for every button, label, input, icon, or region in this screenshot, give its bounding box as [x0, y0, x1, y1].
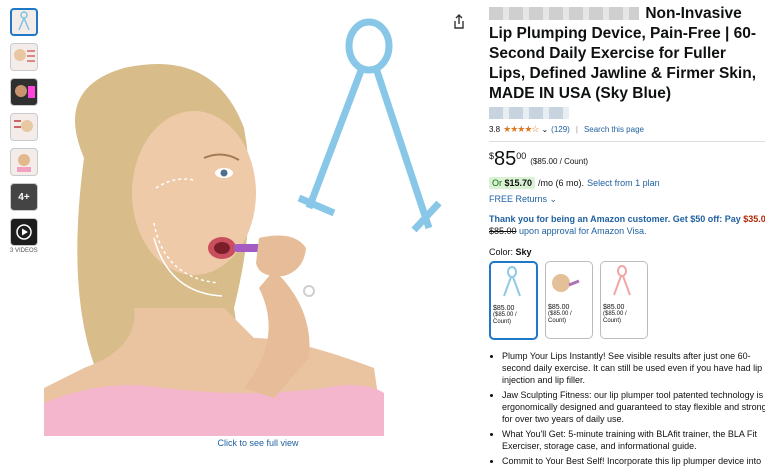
- swatch-per-count: ($85.00 / Count): [493, 312, 517, 325]
- list-item: Commit to Your Best Self! Incorporate th…: [502, 455, 765, 467]
- face-thumbnail-icon: [17, 154, 31, 172]
- swatch-price: $85.00: [603, 304, 625, 311]
- swatch-pink[interactable]: $85.00 ($85.00 / Count): [600, 261, 648, 339]
- card-offer-suffix: upon approval for Amazon Visa.: [519, 226, 647, 236]
- blue-device-image: [297, 18, 442, 233]
- swatch-per-count: ($85.00 / Count): [548, 311, 572, 324]
- chevron-down-icon[interactable]: ⌄: [541, 125, 548, 134]
- swatch-per-count: ($85.00 / Count): [603, 311, 627, 324]
- rating-value: 3.8: [489, 125, 501, 134]
- videos-label: 3 VIDEOS: [10, 248, 38, 254]
- installment-prefix: Or: [492, 178, 502, 188]
- price-fraction: 00: [516, 151, 527, 161]
- rating-row: 3.8 ★★★★☆ ⌄ (129) | Search this page: [489, 124, 765, 135]
- store-link-redacted[interactable]: [489, 107, 569, 119]
- swatch-sky[interactable]: $85.00 ($85.00 / Count): [489, 261, 538, 340]
- star-rating-icon[interactable]: ★★★★☆: [503, 124, 539, 135]
- thumbnail-list: 4+ 3 VIDEOS: [10, 8, 40, 254]
- product-details: Non-Invasive Lip Plumping Device, Pain-F…: [489, 4, 765, 470]
- card-offer-price: $35.00: [743, 214, 765, 224]
- divider: |: [575, 125, 578, 134]
- price-block: $ 85 00 ($85.00 / Count): [489, 148, 765, 171]
- share-icon[interactable]: [452, 14, 466, 30]
- chevron-down-icon: ⌄: [549, 194, 558, 204]
- swatch-image: [602, 263, 646, 301]
- color-swatches: $85.00 ($85.00 / Count) $85.00 ($85.00 /…: [489, 261, 765, 340]
- thumbnail-1[interactable]: [10, 8, 38, 36]
- divider-line: [489, 141, 765, 142]
- free-returns-label: FREE Returns: [489, 194, 548, 204]
- see-full-view-link[interactable]: Click to see full view: [170, 438, 346, 448]
- swatch-purple[interactable]: $85.00 ($85.00 / Count): [545, 261, 593, 339]
- list-item: Plump Your Lips Instantly! See visible r…: [502, 350, 765, 386]
- review-count-link[interactable]: (129): [551, 125, 570, 134]
- thumbnail-5[interactable]: [10, 148, 38, 176]
- installment-row: Or $15.70 /mo (6 mo). Select from 1 plan: [489, 177, 765, 189]
- thumbnail-more[interactable]: 4+: [10, 183, 38, 211]
- swatch-image: [547, 263, 591, 301]
- product-thumbnail-icon: [18, 11, 30, 31]
- device-thumbnail-icon: [503, 266, 521, 297]
- card-offer-text: Thank you for being an Amazon customer. …: [489, 214, 741, 224]
- free-returns-link[interactable]: FREE Returns ⌄: [489, 194, 765, 205]
- swatch-price: $85.00: [493, 305, 515, 312]
- product-photo-illustration: [44, 18, 442, 436]
- swatch-price: $85.00: [548, 304, 570, 311]
- select-plan-link[interactable]: Select from 1 plan: [587, 178, 660, 188]
- color-label-text: Color:: [489, 247, 514, 257]
- face-thumbnail-icon: [15, 85, 35, 98]
- face-thumbnail-icon: [14, 120, 33, 132]
- thumbnail-video[interactable]: [10, 218, 38, 246]
- brand-redacted: [489, 7, 639, 21]
- feature-bullets: Plump Your Lips Instantly! See visible r…: [489, 350, 765, 467]
- thumbnail-4[interactable]: [10, 113, 38, 141]
- thumbnail-3[interactable]: [10, 78, 38, 106]
- play-icon: [16, 224, 32, 240]
- list-item: Jaw Sculpting Fitness: our lip plumper t…: [502, 389, 765, 425]
- main-product-image[interactable]: [44, 8, 444, 436]
- color-label: Color: Sky: [489, 247, 765, 257]
- list-item: What You'll Get: 5-minute training with …: [502, 428, 765, 452]
- installment-suffix: /mo (6 mo).: [538, 178, 585, 188]
- product-title: Non-Invasive Lip Plumping Device, Pain-F…: [489, 4, 765, 104]
- more-count: 4+: [18, 191, 30, 203]
- swatch-image: [492, 264, 535, 302]
- card-offer[interactable]: Thank you for being an Amazon customer. …: [489, 213, 765, 237]
- color-selected: Sky: [515, 247, 532, 257]
- installment-amount: $15.70: [504, 178, 533, 188]
- thumbnail-2[interactable]: [10, 43, 38, 71]
- device-thumbnail-icon: [552, 274, 580, 292]
- price-per-count: ($85.00 / Count): [530, 157, 589, 166]
- face-thumbnail-icon: [14, 49, 35, 62]
- installment-badge: Or $15.70: [489, 177, 536, 189]
- device-thumbnail-icon: [613, 265, 631, 296]
- search-page-link[interactable]: Search this page: [584, 125, 644, 134]
- price-whole: 85: [494, 148, 517, 170]
- card-offer-old-price: $85.00: [489, 226, 517, 236]
